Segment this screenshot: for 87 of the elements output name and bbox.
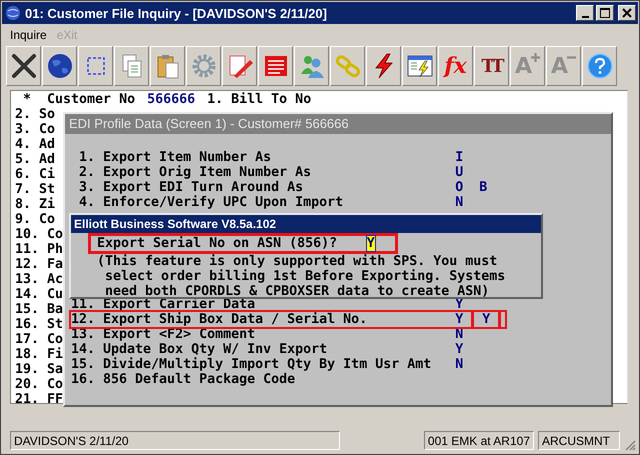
option-number: 14. <box>71 342 96 357</box>
option-number: 4. <box>78 195 96 210</box>
menu-item[interactable]: Inquire <box>10 28 47 42</box>
option-value: N <box>455 327 464 342</box>
font-increase-button[interactable]: A <box>510 46 545 86</box>
field-label: 5. Ad <box>14 152 56 167</box>
close-icon <box>622 8 632 18</box>
field-label: 9. Co <box>14 212 56 227</box>
field-label: 12. Fa <box>14 257 64 272</box>
function-button[interactable]: fx <box>438 46 473 86</box>
option-number: 12. <box>71 312 96 327</box>
answer-field[interactable]: Y <box>366 236 375 251</box>
dialog-title: Elliott Business Software V8.5a.102 <box>71 215 541 233</box>
field-label: 18. Fi <box>14 347 64 362</box>
chain-icon[interactable] <box>330 46 365 86</box>
maximize-button[interactable] <box>596 5 614 21</box>
question-text: Export Serial No on ASN (856)? <box>97 236 338 251</box>
option-label: Update Box Qty W/ Inv Export <box>103 342 328 357</box>
clipboard-icon[interactable] <box>150 46 185 86</box>
maximize-icon <box>600 8 610 18</box>
copy-icon[interactable] <box>114 46 149 86</box>
globe-icon[interactable] <box>42 46 77 86</box>
option-value: B <box>479 180 488 195</box>
status-panel: ARCUSMNT <box>538 430 620 450</box>
field-label: 17. Co <box>14 332 64 347</box>
option-value: U <box>455 165 464 180</box>
gear-icon[interactable] <box>186 46 221 86</box>
field-label: 11. Ph <box>14 242 64 257</box>
globe-icon <box>5 5 21 21</box>
field-label: 2. So <box>14 107 56 122</box>
window-bolt-icon[interactable] <box>402 46 437 86</box>
option-label: Export EDI Turn Around As <box>103 180 304 195</box>
field-label: 10. Co <box>14 227 64 242</box>
field-label: 13. Ac <box>14 272 64 287</box>
pencil-document-icon[interactable] <box>222 46 257 86</box>
font-decrease-button[interactable]: A <box>546 46 581 86</box>
option-label: Enforce/Verify UPC Upon Import <box>103 195 344 210</box>
minimize-button[interactable] <box>576 5 594 21</box>
option-number: 2. <box>78 165 96 180</box>
option-value: Y <box>455 342 464 357</box>
option-label: Export Item Number As <box>103 150 272 165</box>
option-label: Export Orig Item Number As <box>103 165 312 180</box>
font-button[interactable]: TT <box>474 46 509 86</box>
field-label: 1. Bill To No <box>207 92 312 107</box>
option-label: 856 Default Package Code <box>103 372 296 387</box>
field-label: 7. St <box>14 182 56 197</box>
option-number: 3. <box>78 180 96 195</box>
option-label: Divide/Multiply Import Qty By Itm Usr Amt <box>103 357 432 372</box>
field-label: 3. Co <box>14 122 56 137</box>
list-form-icon[interactable] <box>258 46 293 86</box>
field-label: 15. Ba <box>14 302 64 317</box>
option-value: N <box>455 357 464 372</box>
note-text: (This feature is only supported with SPS. You must select order billing 1st Before Exporting. Systems need both CPORDLS & CPBOXSER data to create ASN) <box>97 254 506 299</box>
option-value: Y <box>471 312 502 327</box>
option-label: Export Ship Box Data / Serial No. <box>103 312 368 327</box>
field-label: 8. Zi <box>14 197 56 212</box>
required-marker: * <box>22 92 32 107</box>
dashed-square-icon[interactable] <box>78 46 113 86</box>
field-label: 4. Ad <box>14 137 56 152</box>
field-label: 20. Co <box>14 377 64 392</box>
lightning-bolt-icon[interactable] <box>366 46 401 86</box>
dialog-title: EDI Profile Data (Screen 1) - Customer# 566666 <box>65 114 611 134</box>
option-number: 1. <box>78 150 96 165</box>
resize-grip-icon <box>624 439 636 451</box>
field-label: 6. Ci <box>14 167 56 182</box>
close-x-icon[interactable] <box>6 46 41 86</box>
status-panel: DAVIDSON'S 2/11/20 <box>10 430 340 450</box>
field-label: 14. Cu <box>14 287 64 302</box>
close-button[interactable] <box>618 5 636 21</box>
option-number: 15. <box>71 357 96 372</box>
field-value: 566666 <box>147 92 196 107</box>
option-number: 16. <box>71 372 96 387</box>
window-title: 01: Customer File Inquiry - [DAVIDSON'S 2/11/20] <box>25 6 327 20</box>
status-panel: 001 EMK at AR107 <box>424 430 534 450</box>
option-value: O <box>455 180 464 195</box>
option-value: Y <box>455 312 464 327</box>
plus-icon <box>531 53 540 62</box>
field-label: Customer No <box>47 92 136 107</box>
minimize-icon <box>582 16 588 18</box>
field-label: 21. FF <box>14 392 64 407</box>
option-value: N <box>455 195 464 210</box>
option-label: Export Carrier Data <box>103 297 256 312</box>
users-icon[interactable] <box>294 46 329 86</box>
field-label: 19. Sa <box>14 362 64 377</box>
field-label: 16. St <box>14 317 64 332</box>
help-icon[interactable] <box>582 46 617 86</box>
option-value: I <box>455 150 464 165</box>
